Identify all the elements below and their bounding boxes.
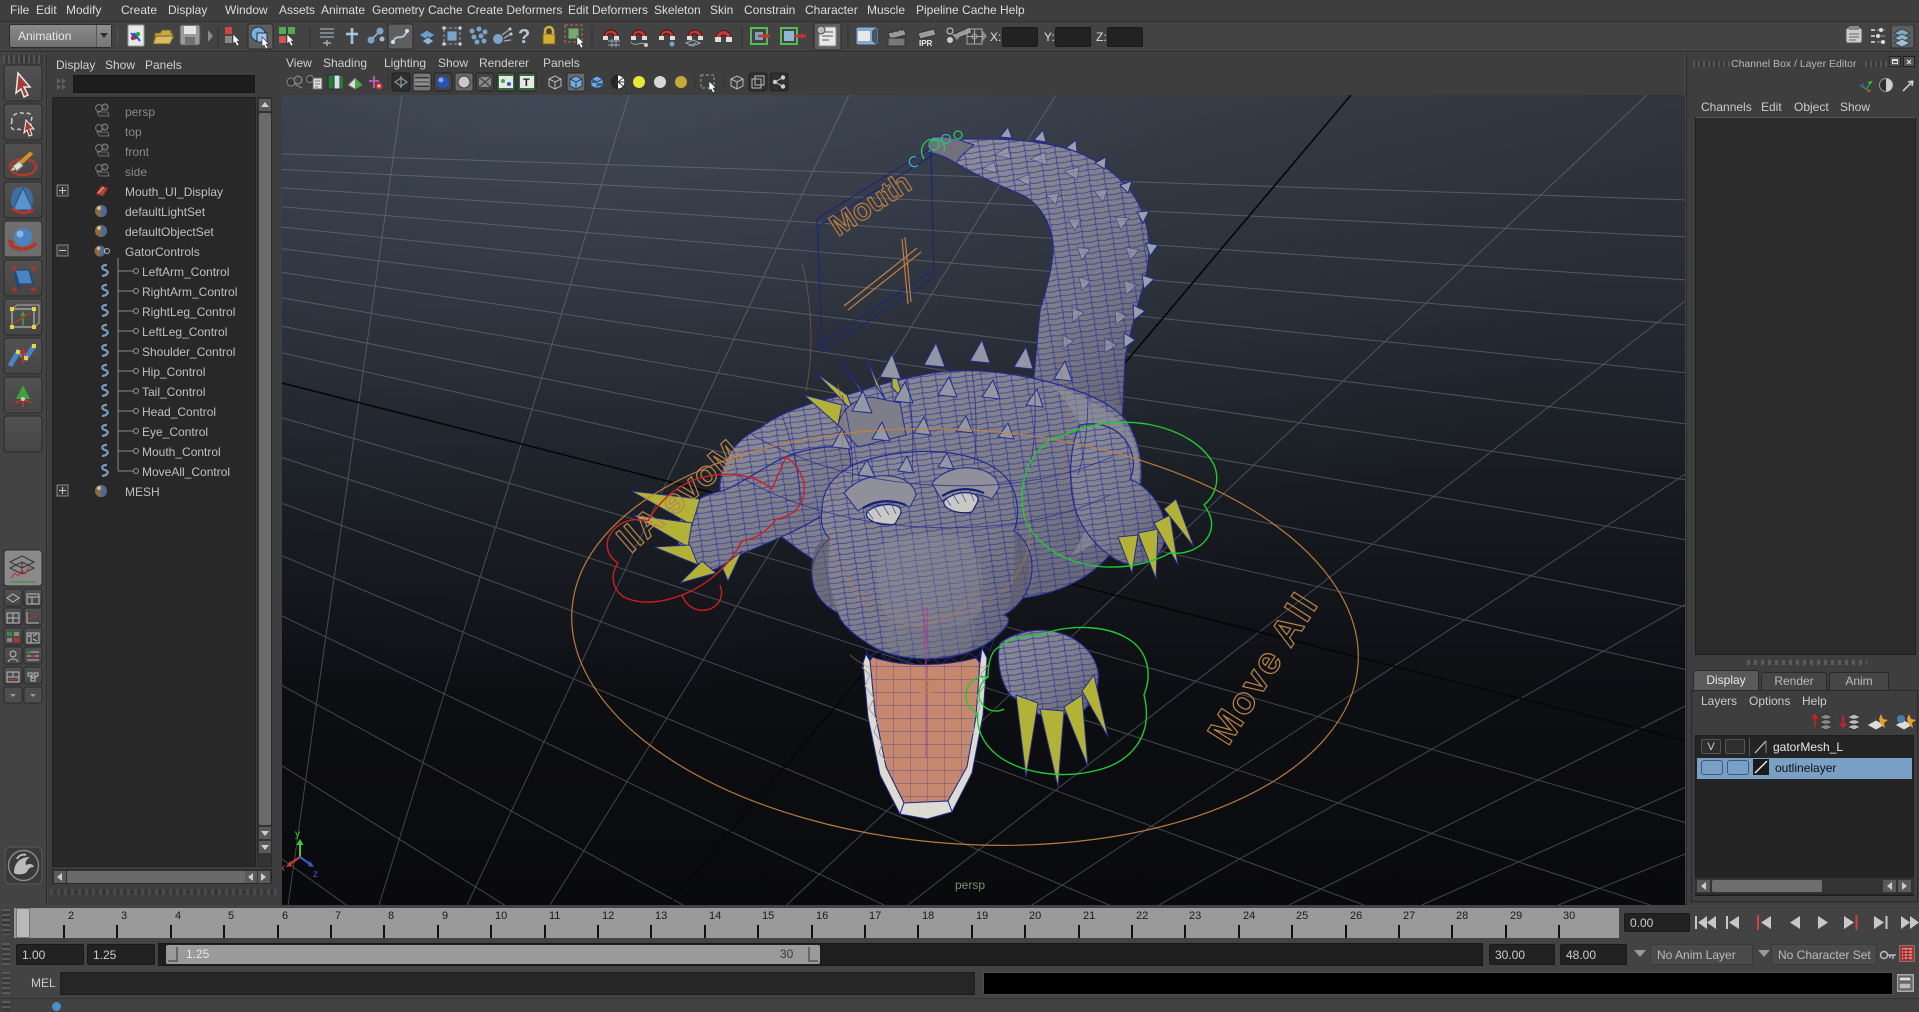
svg-text:T: T — [523, 77, 530, 89]
svg-text:y: y — [295, 829, 300, 840]
svg-text:MESH: MESH — [125, 485, 160, 499]
svg-text:persp: persp — [955, 878, 985, 892]
svg-text:LeftArm_Control: LeftArm_Control — [142, 265, 229, 279]
svg-text:Head_Control: Head_Control — [142, 405, 216, 419]
svg-text:Mouth_Control: Mouth_Control — [142, 445, 221, 459]
svg-text:LeftLeg_Control: LeftLeg_Control — [142, 325, 227, 339]
svg-text:Hip_Control: Hip_Control — [142, 365, 205, 379]
svg-text:Eye_Control: Eye_Control — [142, 425, 208, 439]
svg-text:defaultObjectSet: defaultObjectSet — [125, 225, 214, 239]
svg-text:MoveAll_Control: MoveAll_Control — [142, 465, 230, 479]
svg-text:?: ? — [518, 26, 530, 48]
svg-text:persp: persp — [125, 105, 155, 119]
svg-text:Mouth_UI_Display: Mouth_UI_Display — [125, 185, 223, 199]
svg-text:x: x — [282, 863, 285, 874]
svg-text:Tail_Control: Tail_Control — [142, 385, 205, 399]
svg-text:IPR: IPR — [919, 39, 933, 48]
svg-text:front: front — [125, 145, 150, 159]
svg-text:side: side — [125, 165, 147, 179]
svg-text:RightArm_Control: RightArm_Control — [142, 285, 237, 299]
svg-text:defaultLightSet: defaultLightSet — [125, 205, 206, 219]
svg-text:RightLeg_Control: RightLeg_Control — [142, 305, 235, 319]
svg-text:top: top — [125, 125, 142, 139]
svg-text:GatorControls: GatorControls — [125, 245, 200, 259]
svg-text:Shoulder_Control: Shoulder_Control — [142, 345, 235, 359]
svg-text:z: z — [313, 869, 318, 880]
